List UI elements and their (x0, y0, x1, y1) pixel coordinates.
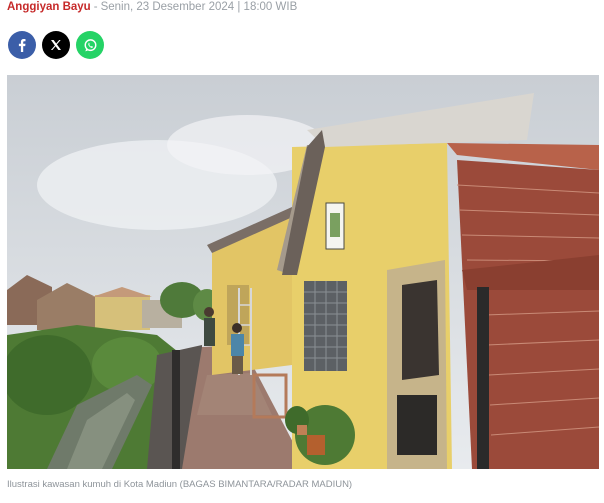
article-photo (7, 75, 599, 469)
article-byline: Anggiyan Bayu - Senin, 23 Desember 2024 | … (7, 0, 297, 16)
photo-caption: Ilustrasi kawasan kumuh di Kota Madiun (… (7, 479, 353, 490)
author-link[interactable]: Anggiyan Bayu (7, 1, 91, 13)
share-bar (8, 31, 104, 59)
photo-illustration (7, 75, 599, 469)
x-share-button[interactable] (42, 31, 70, 59)
facebook-share-button[interactable] (8, 31, 36, 59)
publish-date: Senin, 23 Desember 2024 | 18:00 WIB (100, 1, 298, 13)
byline-separator: - (93, 1, 98, 13)
x-icon (50, 40, 61, 50)
whatsapp-icon (84, 38, 96, 51)
whatsapp-share-button[interactable] (76, 31, 104, 59)
facebook-icon (18, 39, 26, 52)
